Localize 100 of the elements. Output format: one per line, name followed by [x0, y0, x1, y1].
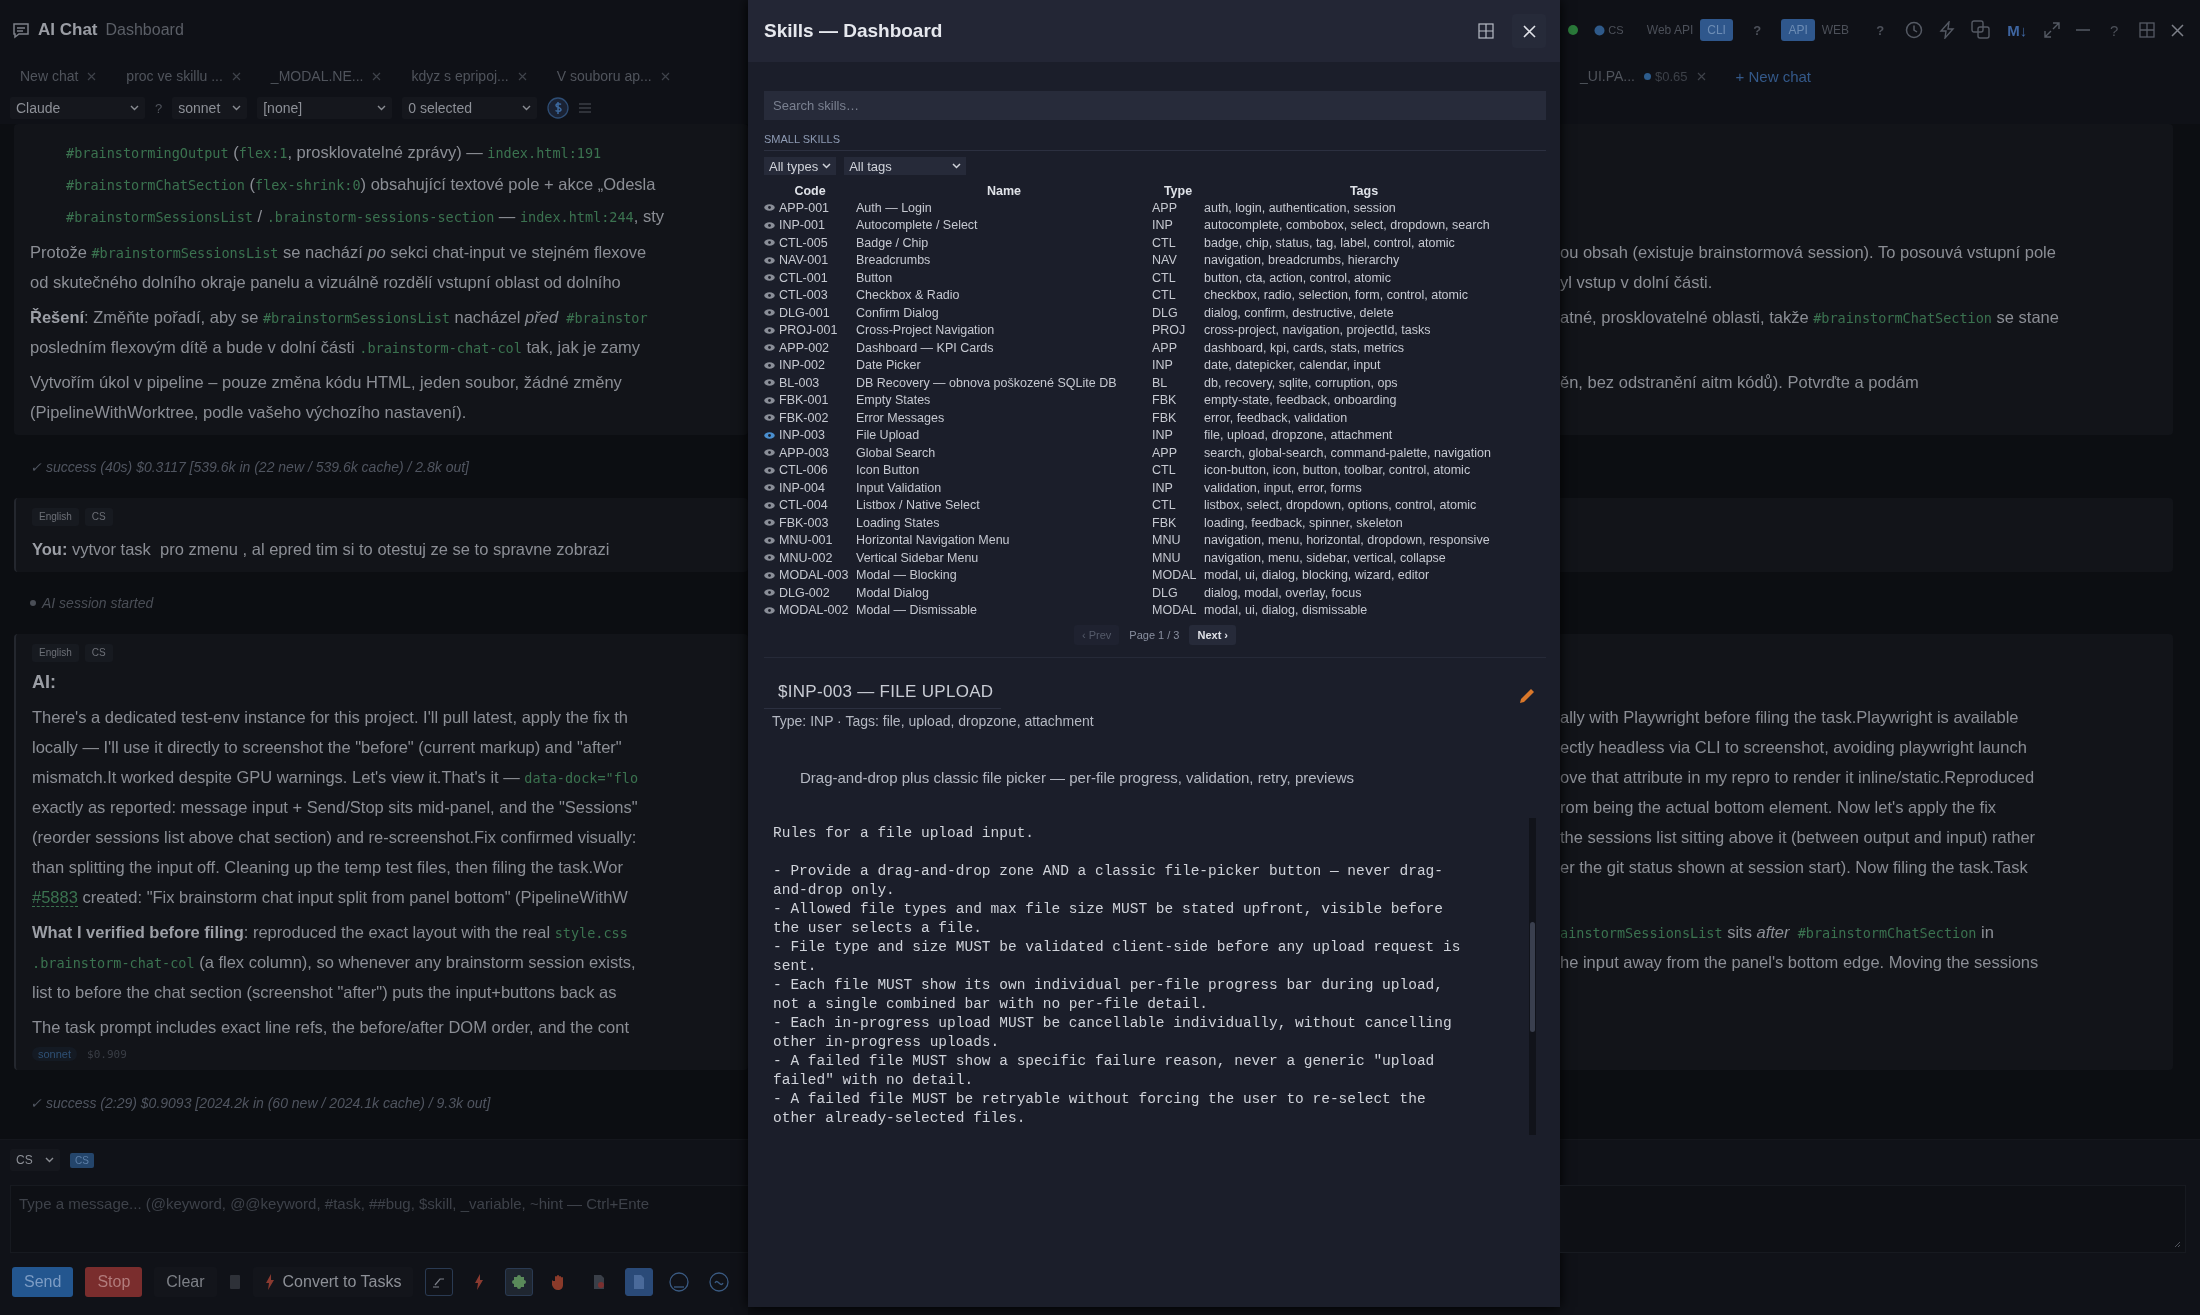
copy-icon[interactable] — [1971, 20, 1992, 40]
eye-icon[interactable] — [764, 396, 775, 404]
table-cell[interactable]: MODAL-003 — [779, 568, 849, 583]
eye-icon[interactable] — [764, 239, 775, 247]
table-cell[interactable]: MNU-002 — [779, 550, 833, 565]
model-select[interactable]: sonnet — [172, 97, 248, 119]
eye-icon[interactable] — [764, 221, 775, 229]
eye-icon[interactable] — [764, 431, 775, 439]
table-cell[interactable]: CTL-006 — [779, 463, 828, 478]
table-cell[interactable]: File Upload — [856, 428, 1152, 443]
close-button[interactable] — [1512, 14, 1546, 48]
table-cell[interactable]: Checkbox & Radio — [856, 288, 1152, 303]
layout-icon[interactable] — [1478, 23, 1494, 39]
eye-icon[interactable] — [764, 589, 775, 597]
eye-icon[interactable] — [764, 606, 775, 614]
eye-icon[interactable] — [764, 256, 775, 264]
next-button[interactable]: Next › — [1189, 625, 1237, 645]
close-icon[interactable] — [2170, 23, 2184, 37]
search-field[interactable]: Search skills… — [764, 91, 1546, 120]
table-cell[interactable]: Empty States — [856, 393, 1152, 408]
table-cell[interactable]: NAV-001 — [779, 253, 829, 268]
table-cell[interactable]: Breadcrumbs — [856, 253, 1152, 268]
eye-icon[interactable] — [764, 344, 775, 352]
table-cell[interactable]: APP-002 — [779, 340, 830, 355]
table-cell[interactable]: CTL-003 — [779, 288, 828, 303]
pencil-icon[interactable] — [1518, 686, 1536, 705]
table-cell[interactable]: DB Recovery — obnova poškozené SQLite DB — [856, 375, 1152, 390]
message-line: list to before the chat section (screenshot "after") puts the input+buttons back as — [32, 982, 618, 1003]
table-cell[interactable]: FBK-002 — [779, 410, 829, 425]
eye-icon[interactable] — [764, 291, 775, 299]
table-cell[interactable]: Listbox / Native Select — [856, 498, 1152, 513]
eye-icon[interactable] — [764, 204, 775, 212]
table-cell[interactable]: Icon Button — [856, 463, 1152, 478]
eye-icon[interactable] — [764, 326, 775, 334]
eye-icon[interactable] — [764, 414, 775, 422]
eye-icon[interactable] — [764, 501, 775, 509]
eye-icon[interactable] — [764, 554, 775, 562]
language-tag[interactable]: English — [32, 508, 79, 526]
table-cell[interactable]: Confirm Dialog — [856, 305, 1152, 320]
language-tag[interactable]: CS — [84, 644, 113, 662]
table-cell[interactable]: Badge / Chip — [856, 235, 1152, 250]
table-cell[interactable]: Auth — Login — [856, 200, 1152, 215]
table-cell[interactable]: FBK-003 — [779, 515, 829, 530]
table-cell[interactable]: CTL-004 — [779, 498, 828, 513]
eye-icon[interactable] — [764, 379, 775, 387]
table-cell[interactable]: INP-004 — [779, 480, 825, 495]
resize-grip-icon[interactable] — [2174, 1241, 2181, 1248]
table-cell[interactable]: INP-002 — [779, 358, 825, 373]
provider-select[interactable]: Claude — [10, 97, 145, 119]
language-tag[interactable]: English — [32, 644, 79, 662]
puzzle-tool-icon[interactable] — [505, 1268, 534, 1296]
table-cell[interactable]: FBK-001 — [779, 393, 829, 408]
table-cell[interactable]: Error Messages — [856, 410, 1152, 425]
table-cell[interactable]: Modal — Blocking — [856, 568, 1152, 583]
table-cell[interactable]: MNU-001 — [779, 533, 833, 548]
table-cell[interactable]: Input Validation — [856, 480, 1152, 495]
language-select[interactable]: CS — [10, 1149, 60, 1171]
eye-icon[interactable] — [764, 466, 775, 474]
table-cell[interactable]: Loading States — [856, 515, 1152, 530]
table-cell[interactable]: Vertical Sidebar Menu — [856, 550, 1152, 565]
table-cell[interactable]: DLG-001 — [779, 305, 830, 320]
table-cell[interactable]: Horizontal Navigation Menu — [856, 533, 1152, 548]
table-cell[interactable]: INP-003 — [779, 428, 825, 443]
table-cell[interactable]: INP-001 — [779, 218, 825, 233]
eye-icon[interactable] — [764, 361, 775, 369]
table-cell[interactable]: Global Search — [856, 445, 1152, 460]
table-cell[interactable]: Button — [856, 270, 1152, 285]
eye-icon[interactable] — [764, 571, 775, 579]
table-cell[interactable]: Date Picker — [856, 358, 1152, 373]
eye-icon[interactable] — [764, 449, 775, 457]
tag-filter[interactable]: All tags — [844, 157, 967, 175]
eye-icon[interactable] — [764, 536, 775, 544]
table-cell[interactable]: Modal — Dismissable — [856, 603, 1152, 618]
language-tag[interactable]: CS — [84, 508, 113, 526]
table-cell[interactable]: APP-001 — [779, 200, 830, 215]
document-tool-icon[interactable] — [625, 1268, 654, 1296]
clock-icon[interactable] — [1904, 21, 1923, 39]
table-cell[interactable]: MODAL-002 — [779, 603, 849, 618]
eye-icon[interactable] — [764, 484, 775, 492]
table-cell[interactable]: Cross-Project Navigation — [856, 323, 1152, 338]
bolt-icon[interactable] — [1938, 21, 1955, 39]
selection-select[interactable]: 0 selected — [402, 97, 538, 119]
table-cell[interactable]: APP-003 — [779, 445, 830, 460]
expand-icon[interactable] — [2043, 22, 2060, 38]
preset-select[interactable]: [none] — [257, 97, 393, 119]
cost-icon[interactable] — [547, 97, 570, 119]
table-cell[interactable]: PROJ-001 — [779, 323, 838, 338]
table-cell[interactable]: Modal Dialog — [856, 585, 1152, 600]
eye-icon[interactable] — [764, 309, 775, 317]
eye-icon[interactable] — [764, 519, 775, 527]
table-cell[interactable]: DLG-002 — [779, 585, 830, 600]
eye-icon[interactable] — [764, 274, 775, 282]
table-cell[interactable]: Autocomplete / Select — [856, 218, 1152, 233]
table-cell[interactable]: BL-003 — [779, 375, 820, 390]
table-cell[interactable]: CTL-005 — [779, 235, 828, 250]
type-filter[interactable]: All types — [764, 157, 837, 175]
table-cell[interactable]: CTL-001 — [779, 270, 828, 285]
table-cell[interactable]: Dashboard — KPI Cards — [856, 340, 1152, 355]
scrollbar[interactable] — [1529, 818, 1536, 1135]
message-field[interactable] — [1560, 1185, 2186, 1253]
